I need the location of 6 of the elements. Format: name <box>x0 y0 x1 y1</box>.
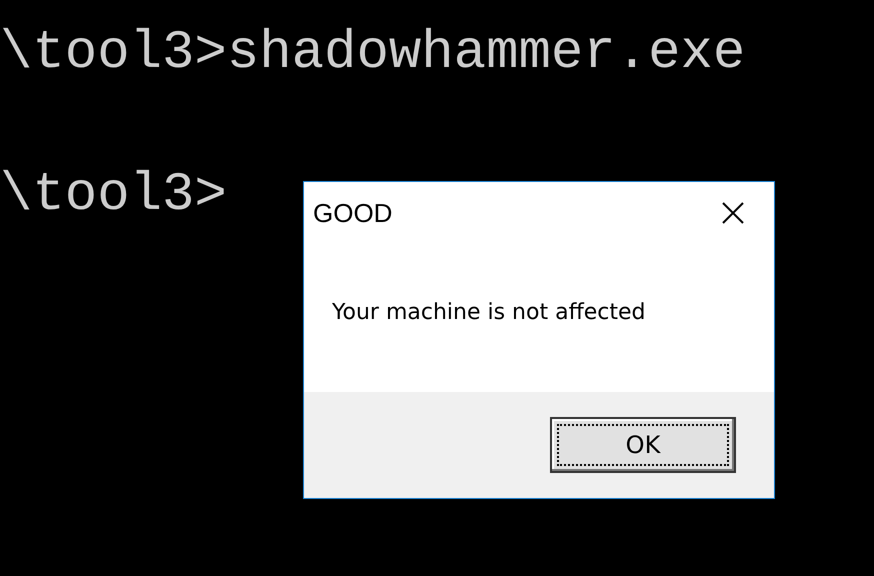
console-line: \tool3> <box>0 168 227 224</box>
console-line: \tool3>shadowhammer.exe <box>0 26 746 82</box>
dialog-message: Your machine is not affected <box>332 300 646 324</box>
ok-button[interactable]: OK <box>550 417 736 473</box>
close-icon[interactable] <box>722 202 744 224</box>
dialog-title: GOOD <box>313 198 392 228</box>
